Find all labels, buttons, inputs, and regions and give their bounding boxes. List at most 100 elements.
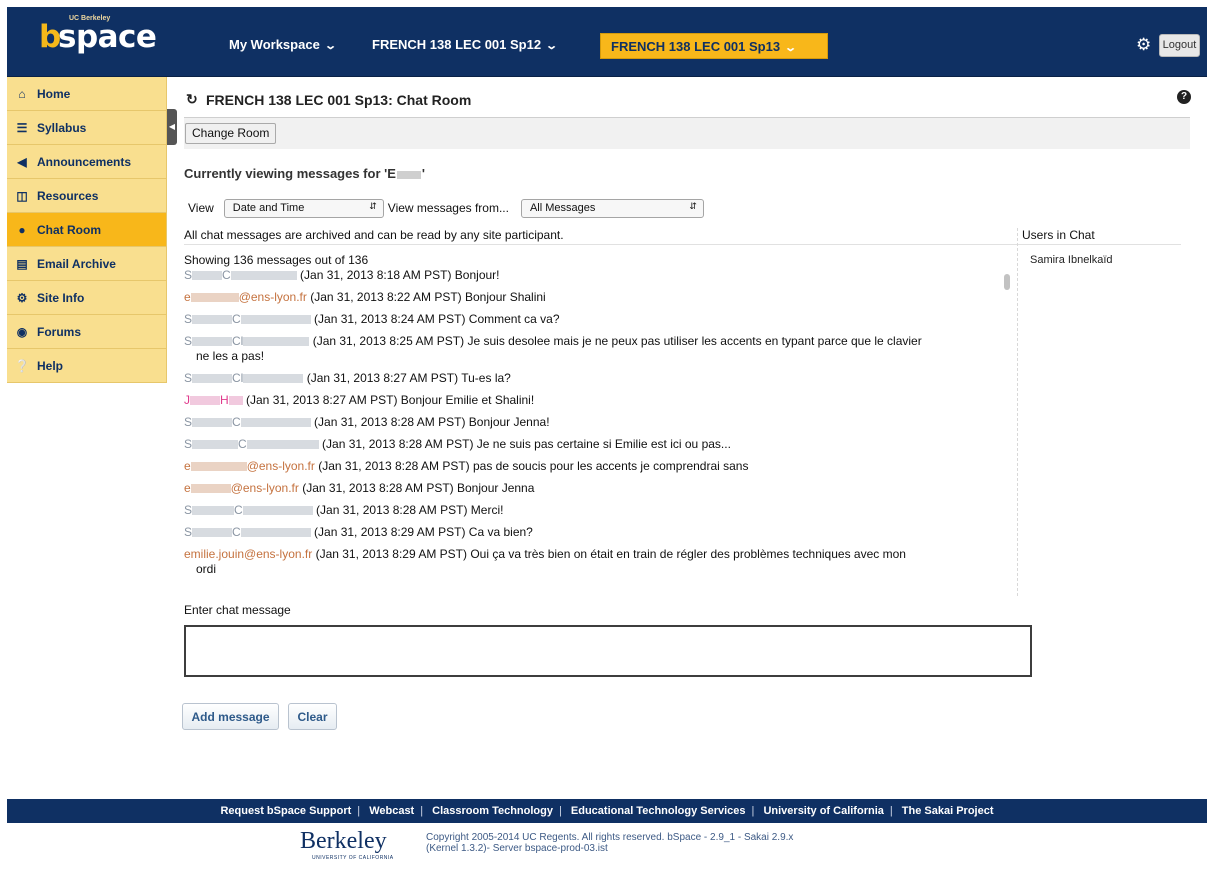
sender: SC xyxy=(184,268,297,282)
comments-icon: ◉ xyxy=(16,324,28,339)
sidebar-item-label: Home xyxy=(37,86,71,101)
sidebar-item-label: Site Info xyxy=(37,290,85,305)
message-text: Bonjour Jenna! xyxy=(468,415,550,429)
message-text: Bonjour Emilie et Shalini! xyxy=(400,393,535,407)
help-icon[interactable]: ? xyxy=(1177,90,1191,104)
list-item: SC (Jan 31, 2013 8:24 AM PST) Comment ca… xyxy=(184,312,1006,327)
timestamp: (Jan 31, 2013 8:27 AM PST) xyxy=(246,393,398,407)
select-arrows-icon: ⇵ xyxy=(369,200,377,211)
timestamp: (Jan 31, 2013 8:28 AM PST) xyxy=(318,459,470,473)
sidebar-item-syllabus[interactable]: ☰ Syllabus xyxy=(7,111,167,145)
list-item: SC (Jan 31, 2013 8:29 AM PST) Ca va bien… xyxy=(184,525,1006,540)
sidebar-item-resources[interactable]: ◫ Resources xyxy=(7,179,167,213)
sidebar-item-label: Chat Room xyxy=(37,222,101,237)
collapse-sidebar-handle[interactable]: ◀ xyxy=(167,109,177,145)
sidebar-item-label: Announcements xyxy=(37,154,132,169)
list-item: e @ens-lyon.fr (Jan 31, 2013 8:28 AM PST)… xyxy=(184,481,1006,496)
user-entry: Samira Ibnelkaïd xyxy=(1030,254,1113,266)
my-workspace-menu[interactable]: My Workspace ⌄ xyxy=(229,37,337,52)
viewing-heading: Currently viewing messages for 'E ' xyxy=(184,166,425,181)
sidebar-item-email-archive[interactable]: ▤ Email Archive xyxy=(7,247,167,281)
message-text: Je suis desolee mais je ne peux pas util… xyxy=(467,334,922,348)
timestamp: (Jan 31, 2013 8:18 AM PST) xyxy=(300,268,452,282)
list-icon: ☰ xyxy=(16,120,28,135)
tool-menu: ⌂ Home ☰ Syllabus ◀ Announcements ◫ Reso… xyxy=(7,77,167,383)
sidebar-item-site-info[interactable]: ⚙ Site Info xyxy=(7,281,167,315)
sender: JH xyxy=(184,393,243,407)
chevron-down-icon: ⌄ xyxy=(784,42,798,54)
view-options: View Date and Time ⇵ View messages from.… xyxy=(188,197,704,219)
sender: S Cl xyxy=(184,334,310,348)
home-icon: ⌂ xyxy=(18,86,26,101)
redacted-name xyxy=(396,170,421,179)
add-message-button[interactable]: Add message xyxy=(182,703,279,730)
timestamp: (Jan 31, 2013 8:25 AM PST) xyxy=(312,334,465,348)
timestamp: (Jan 31, 2013 8:28 AM PST) xyxy=(314,415,466,429)
timestamp: (Jan 31, 2013 8:27 AM PST) xyxy=(306,371,459,385)
megaphone-icon: ◀ xyxy=(17,154,27,169)
gear-icon[interactable]: ⚙ xyxy=(1136,35,1151,55)
sidebar-item-forums[interactable]: ◉ Forums xyxy=(7,315,167,349)
sender: SC xyxy=(184,415,311,429)
message-text: pas de soucis pour les accents je compre… xyxy=(473,459,749,473)
footer-link-support[interactable]: Request bSpace Support xyxy=(220,805,351,817)
message-text: Comment ca va? xyxy=(468,312,560,326)
footer-link-uc[interactable]: University of California xyxy=(763,805,883,817)
timestamp: (Jan 31, 2013 8:24 AM PST) xyxy=(314,312,466,326)
refresh-icon[interactable]: ↻ xyxy=(186,91,198,108)
message-count: Showing 136 messages out of 136 xyxy=(184,253,369,267)
sender: SC xyxy=(184,312,311,326)
top-header: UC Berkeley b space My Workspace ⌄ FRENCH… xyxy=(7,7,1207,77)
footer-link-sakai[interactable]: The Sakai Project xyxy=(902,805,994,817)
clear-button[interactable]: Clear xyxy=(288,703,337,730)
select-arrows-icon: ⇵ xyxy=(689,200,697,211)
scrollbar-thumb[interactable] xyxy=(1004,274,1010,290)
message-list[interactable]: SC (Jan 31, 2013 8:18 AM PST) Bonjour! e… xyxy=(184,268,1006,598)
archive-note: All chat messages are archived and can b… xyxy=(184,228,564,242)
filter-select-value: All Messages xyxy=(529,201,596,214)
site-tab-sp12[interactable]: FRENCH 138 LEC 001 Sp12 ⌄ xyxy=(372,37,558,52)
list-item: S Cl (Jan 31, 2013 8:25 AM PST) Je suis d… xyxy=(184,334,1006,364)
chat-message-input[interactable] xyxy=(184,625,1032,677)
message-text: Ca va bien? xyxy=(468,525,533,539)
inbox-icon: ▤ xyxy=(16,256,28,271)
copyright-text: Copyright 2005-2014 UC Regents. All righ… xyxy=(426,832,896,854)
site-tab-sp13[interactable]: FRENCH 138 LEC 001 Sp13 ⌄ xyxy=(600,33,828,59)
message-text: Tu-es la? xyxy=(461,371,511,385)
sidebar-item-chat-room[interactable]: ● Chat Room xyxy=(7,213,167,247)
sidebar-item-help[interactable]: ❔ Help xyxy=(7,349,167,383)
timestamp: (Jan 31, 2013 8:28 AM PST) xyxy=(316,503,468,517)
berkeley-tagline: UNIVERSITY OF CALIFORNIA xyxy=(312,855,394,861)
logout-button[interactable]: Logout xyxy=(1159,34,1200,57)
sender: SC xyxy=(184,503,313,517)
filter-select[interactable]: All Messages ⇵ xyxy=(520,198,704,218)
page-title: FRENCH 138 LEC 001 Sp13: Chat Room xyxy=(206,92,472,108)
sort-select[interactable]: Date and Time ⇵ xyxy=(223,198,384,218)
footer-link-webcast[interactable]: Webcast xyxy=(369,805,414,817)
my-workspace-label: My Workspace xyxy=(229,37,320,52)
change-room-button[interactable]: Change Room xyxy=(185,123,277,144)
viewing-prefix: Currently viewing messages for 'E xyxy=(184,166,396,181)
users-list: Samira Ibnelkaïd xyxy=(1030,254,1113,266)
message-text-continued: ordi xyxy=(196,562,217,576)
sidebar-item-home[interactable]: ⌂ Home xyxy=(7,77,167,111)
message-text: Je ne suis pas certaine si Emilie est ic… xyxy=(476,437,731,451)
message-text: Bonjour Shalini xyxy=(465,290,546,304)
message-text: Bonjour Jenna xyxy=(457,481,535,495)
timestamp: (Jan 31, 2013 8:29 AM PST) xyxy=(314,525,466,539)
column-divider xyxy=(1017,228,1018,596)
site-tab-sp12-label: FRENCH 138 LEC 001 Sp12 xyxy=(372,37,542,52)
question-icon: ❔ xyxy=(14,358,30,373)
sidebar-item-announcements[interactable]: ◀ Announcements xyxy=(7,145,167,179)
footer-link-ets[interactable]: Educational Technology Services xyxy=(571,805,746,817)
chevron-down-icon: ⌄ xyxy=(323,40,337,52)
message-scrollbar[interactable] xyxy=(1002,268,1013,598)
sender: SC xyxy=(184,437,319,451)
gears-icon: ⚙ xyxy=(16,290,28,305)
footer-link-classroom-technology[interactable]: Classroom Technology xyxy=(432,805,553,817)
footer-links: Request bSpace Support | Webcast | Classro… xyxy=(7,799,1207,823)
list-item: SC (Jan 31, 2013 8:28 AM PST) Bonjour Je… xyxy=(184,415,1006,430)
enter-message-label: Enter chat message xyxy=(184,603,291,617)
logo-space: space xyxy=(58,19,157,55)
sidebar-item-label: Help xyxy=(37,358,64,373)
